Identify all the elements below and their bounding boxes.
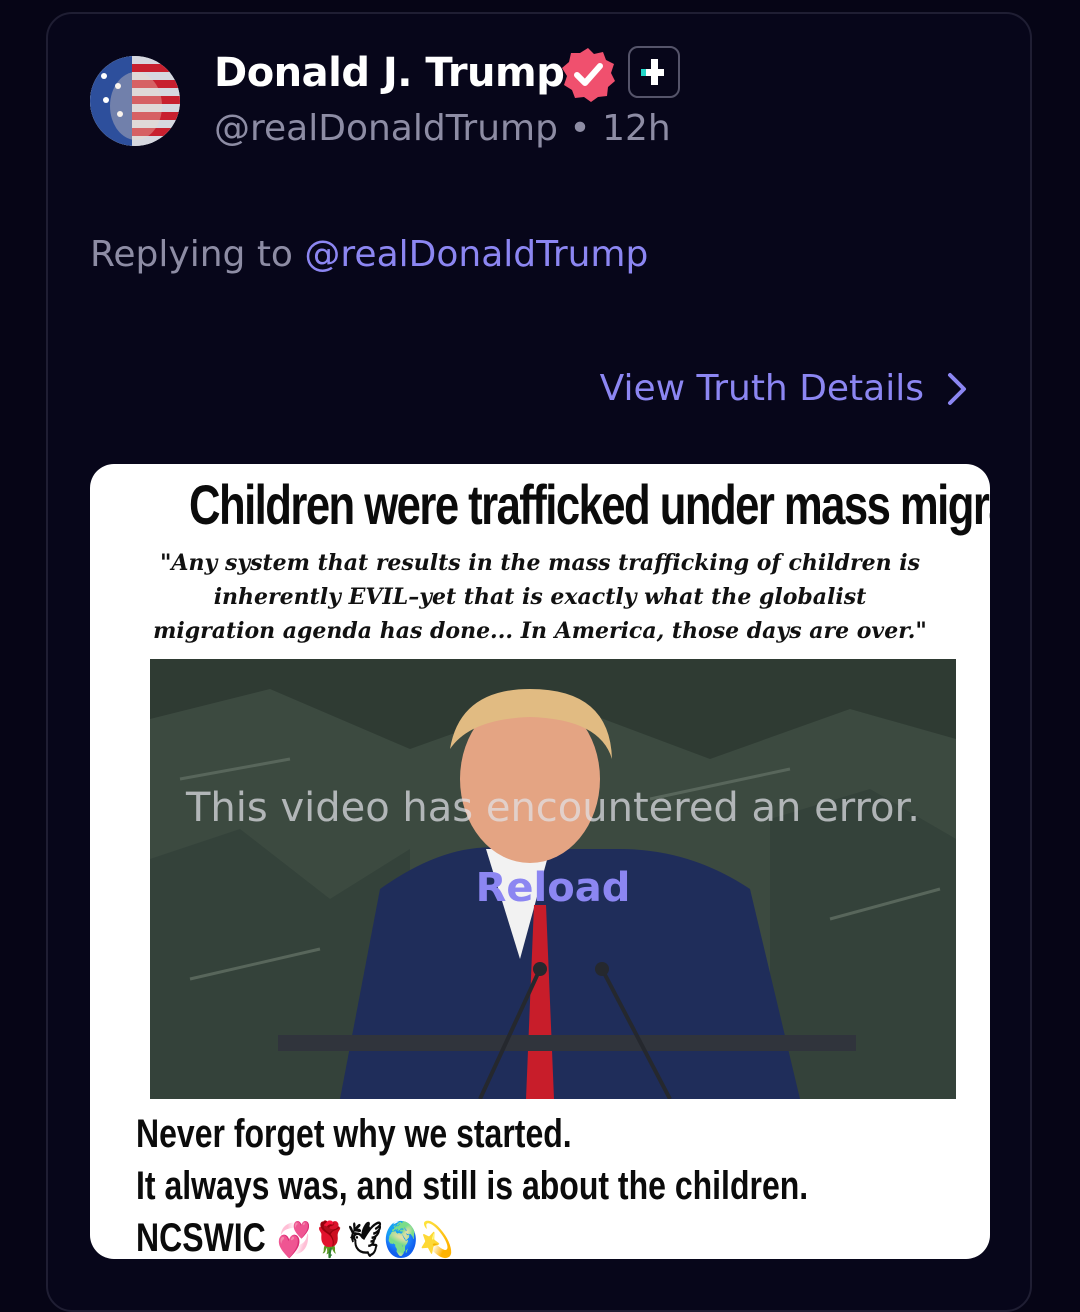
media-headline: Children were trafficked under mass migr… — [189, 473, 990, 536]
view-details-link[interactable]: View Truth Details — [600, 368, 968, 409]
author-handle[interactable]: @realDonaldTrump — [214, 108, 558, 149]
author-handle-line: @realDonaldTrump • 12h — [214, 108, 671, 149]
meta-separator: • — [569, 108, 591, 149]
video-error-message: This video has encountered an error. — [185, 785, 920, 831]
video-player[interactable]: This video has encountered an error. Rel… — [150, 659, 956, 1099]
reply-prefix: Replying to — [90, 234, 293, 275]
author-name[interactable]: Donald J. Trump — [214, 50, 565, 96]
reload-button[interactable]: Reload — [150, 865, 956, 911]
avatar[interactable] — [90, 56, 180, 146]
reply-line: Replying to @realDonaldTrump — [90, 234, 648, 275]
caption-line-2: It always was, and still is about the ch… — [136, 1164, 809, 1208]
media-quote: "Any system that results in the mass tra… — [153, 550, 927, 644]
caption-emojis: 💞🌹🕊🌍💫 — [276, 1221, 455, 1259]
media-caption: Never forget why we started. It always w… — [136, 1108, 808, 1259]
caption-tag: NCSWIC — [136, 1216, 266, 1259]
media-attachment[interactable]: Children were trafficked under mass migr… — [90, 464, 990, 1259]
caption-line-3: NCSWIC 💞🌹🕊🌍💫 — [136, 1212, 808, 1259]
post-time: 12h — [602, 108, 671, 149]
caption-line-1: Never forget why we started. — [136, 1112, 572, 1156]
plus-icon[interactable] — [628, 46, 680, 98]
reply-mention-link[interactable]: @realDonaldTrump — [304, 234, 648, 275]
chevron-right-icon — [948, 372, 966, 405]
verified-badge-icon — [560, 46, 616, 102]
view-details-label: View Truth Details — [599, 368, 924, 409]
